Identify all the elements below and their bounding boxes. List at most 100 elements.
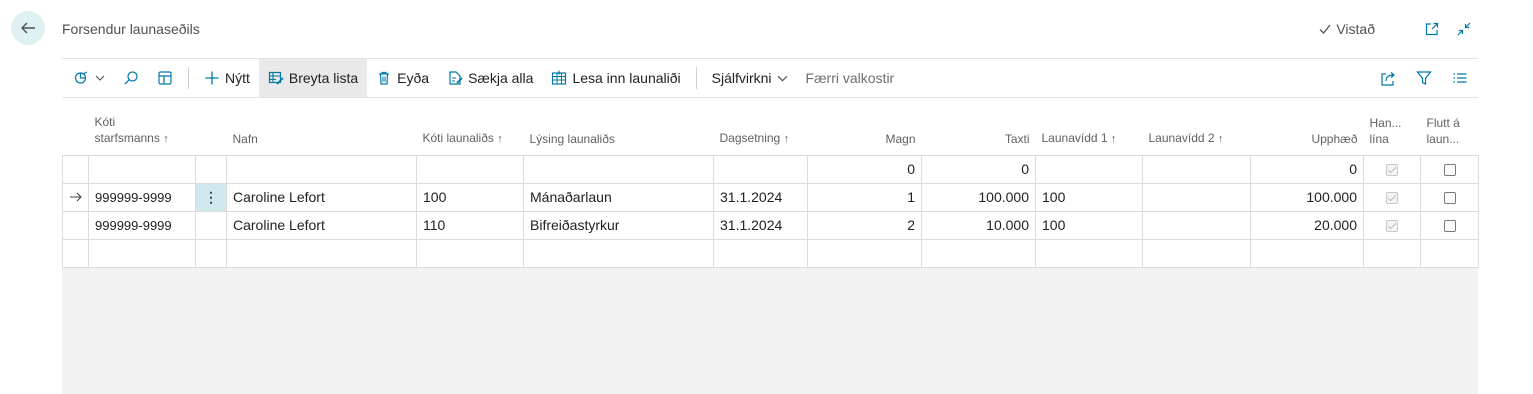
delete-label: Eyða [397, 70, 430, 86]
layout-button[interactable] [148, 59, 182, 97]
back-button[interactable] [11, 11, 45, 45]
col-header-menu [195, 98, 227, 155]
row-indicator [62, 210, 89, 240]
cell-quantity[interactable]: 2 [807, 210, 922, 240]
analysis-views-button[interactable] [62, 59, 114, 97]
cell-name[interactable] [226, 238, 417, 268]
total-amount: 0 [1250, 154, 1364, 184]
fetch-all-button[interactable]: Sækja alla [438, 59, 542, 97]
cell-rate[interactable]: 100.000 [921, 182, 1036, 212]
col-header-date[interactable]: Dagsetning ↑ [713, 98, 808, 155]
cell-dimension-1[interactable]: 100 [1035, 210, 1143, 240]
cell-name[interactable]: Caroline Lefort [226, 210, 417, 240]
col-header-manual-line[interactable]: Han... lína [1363, 98, 1421, 155]
payslip-lines-table: Kóti starfsmanns ↑ Nafn Kóti launaliðs ↑ … [62, 98, 1479, 268]
cell-pay-item-code[interactable]: 100 [416, 182, 524, 212]
col-header-dimension-1[interactable]: Launavídd 1 ↑ [1035, 98, 1143, 155]
cell-pay-item-code[interactable] [416, 238, 524, 268]
col-header-indicator [62, 98, 89, 155]
new-label: Nýtt [225, 70, 250, 86]
col-header-amount[interactable]: Upphæð [1250, 98, 1364, 155]
col-header-moved-to-payroll[interactable]: Flutt á laun... [1420, 98, 1479, 155]
import-pay-items-button[interactable]: Lesa inn launaliði [542, 59, 689, 97]
cell-employee-code[interactable] [88, 238, 196, 268]
collapse-button[interactable] [1453, 18, 1475, 40]
action-bar: Nýtt Breyta lista Eyða Sækja alla Lesa i… [62, 58, 1478, 98]
list-area: Kóti starfsmanns ↑ Nafn Kóti launaliðs ↑ … [62, 98, 1479, 394]
cell-dimension-1[interactable]: 100 [1035, 182, 1143, 212]
cell-quantity[interactable]: 1 [807, 182, 922, 212]
cell-pay-item-description[interactable] [523, 238, 714, 268]
cell-pay-item-code[interactable]: 110 [416, 210, 524, 240]
cell-date[interactable]: 31.1.2024 [713, 182, 808, 212]
cell-pay-item-description[interactable] [523, 154, 714, 184]
row-menu-button[interactable]: ⋮ [195, 182, 227, 212]
totals-row: 0 0 0 [62, 154, 1479, 184]
manual-line-checkbox [1363, 182, 1421, 212]
cell-date[interactable] [713, 154, 808, 184]
filter-button[interactable] [1406, 59, 1442, 97]
share-button[interactable] [1370, 59, 1406, 97]
col-header-dimension-2[interactable]: Launavídd 2 ↑ [1142, 98, 1251, 155]
sort-ascending-icon: ↑ [163, 132, 169, 145]
page-title: Forsendur launaseðils [62, 21, 200, 37]
moved-checkbox[interactable] [1420, 210, 1479, 240]
cell-employee-code[interactable]: 999999-9999 [88, 182, 196, 212]
cell-quantity[interactable] [807, 238, 922, 268]
open-new-window-icon [1425, 22, 1439, 36]
total-quantity: 0 [807, 154, 922, 184]
cell-name[interactable]: Caroline Lefort [226, 182, 417, 212]
cell-dimension-2[interactable] [1142, 182, 1251, 212]
collapse-icon [1457, 22, 1471, 36]
moved-checkbox[interactable] [1420, 182, 1479, 212]
cell-amount[interactable]: 20.000 [1250, 210, 1364, 240]
layout-icon [158, 71, 172, 85]
cell-name[interactable] [226, 154, 417, 184]
col-header-quantity[interactable]: Magn [807, 98, 922, 155]
new-button[interactable]: Nýtt [195, 59, 259, 97]
list-view-icon [1453, 73, 1467, 83]
cell-employee-code[interactable] [88, 154, 196, 184]
cell-pay-item-description[interactable]: Mánaðarlaun [523, 182, 714, 212]
col-header-employee-code[interactable]: Kóti starfsmanns ↑ [88, 98, 196, 155]
col-header-rate[interactable]: Taxti [921, 98, 1036, 155]
cell-pay-item-code[interactable] [416, 154, 524, 184]
cell-date[interactable]: 31.1.2024 [713, 210, 808, 240]
cell-dimension-1[interactable] [1035, 238, 1143, 268]
table-row[interactable]: 999999-9999 Caroline Lefort 110 Bifreiða… [62, 210, 1479, 240]
table-row[interactable]: 999999-9999 ⋮ Caroline Lefort 100 Mánaða… [62, 182, 1479, 212]
import-table-icon [552, 70, 567, 85]
row-indicator [62, 238, 89, 268]
cell-dimension-2[interactable] [1142, 238, 1251, 268]
manual-line-checkbox [1363, 210, 1421, 240]
new-empty-row[interactable] [62, 238, 1479, 268]
fewer-options-button[interactable]: Færri valkostir [797, 59, 904, 97]
edit-list-button[interactable]: Breyta lista [258, 59, 368, 97]
search-icon [124, 71, 138, 85]
sort-ascending-icon: ↑ [497, 132, 503, 145]
cell-dimension-1[interactable] [1035, 154, 1143, 184]
plus-icon [205, 71, 219, 85]
col-header-name[interactable]: Nafn [226, 98, 417, 155]
cell-date[interactable] [713, 238, 808, 268]
cell-rate[interactable]: 10.000 [921, 210, 1036, 240]
moved-checkbox[interactable] [1420, 154, 1479, 184]
toolbar-right [1370, 59, 1478, 97]
cell-rate[interactable] [921, 238, 1036, 268]
back-arrow-icon [21, 22, 35, 34]
col-header-pay-item-code[interactable]: Kóti launaliðs ↑ [416, 98, 524, 155]
cell-amount[interactable]: 100.000 [1250, 182, 1364, 212]
delete-button[interactable]: Eyða [367, 59, 438, 97]
cell-dimension-2[interactable] [1142, 154, 1251, 184]
search-button[interactable] [114, 59, 148, 97]
cell-pay-item-description[interactable]: Bifreiðastyrkur [523, 210, 714, 240]
cell-amount[interactable] [1250, 238, 1364, 268]
open-new-window-button[interactable] [1421, 18, 1443, 40]
cell-row-menu [195, 154, 227, 184]
automation-menu[interactable]: Sjálfvirkni [703, 59, 797, 97]
cell-employee-code[interactable]: 999999-9999 [88, 210, 196, 240]
col-header-pay-item-description[interactable]: Lýsing launaliðs [523, 98, 714, 155]
cell-dimension-2[interactable] [1142, 210, 1251, 240]
automation-label: Sjálfvirkni [711, 70, 772, 86]
list-view-button[interactable] [1442, 59, 1478, 97]
